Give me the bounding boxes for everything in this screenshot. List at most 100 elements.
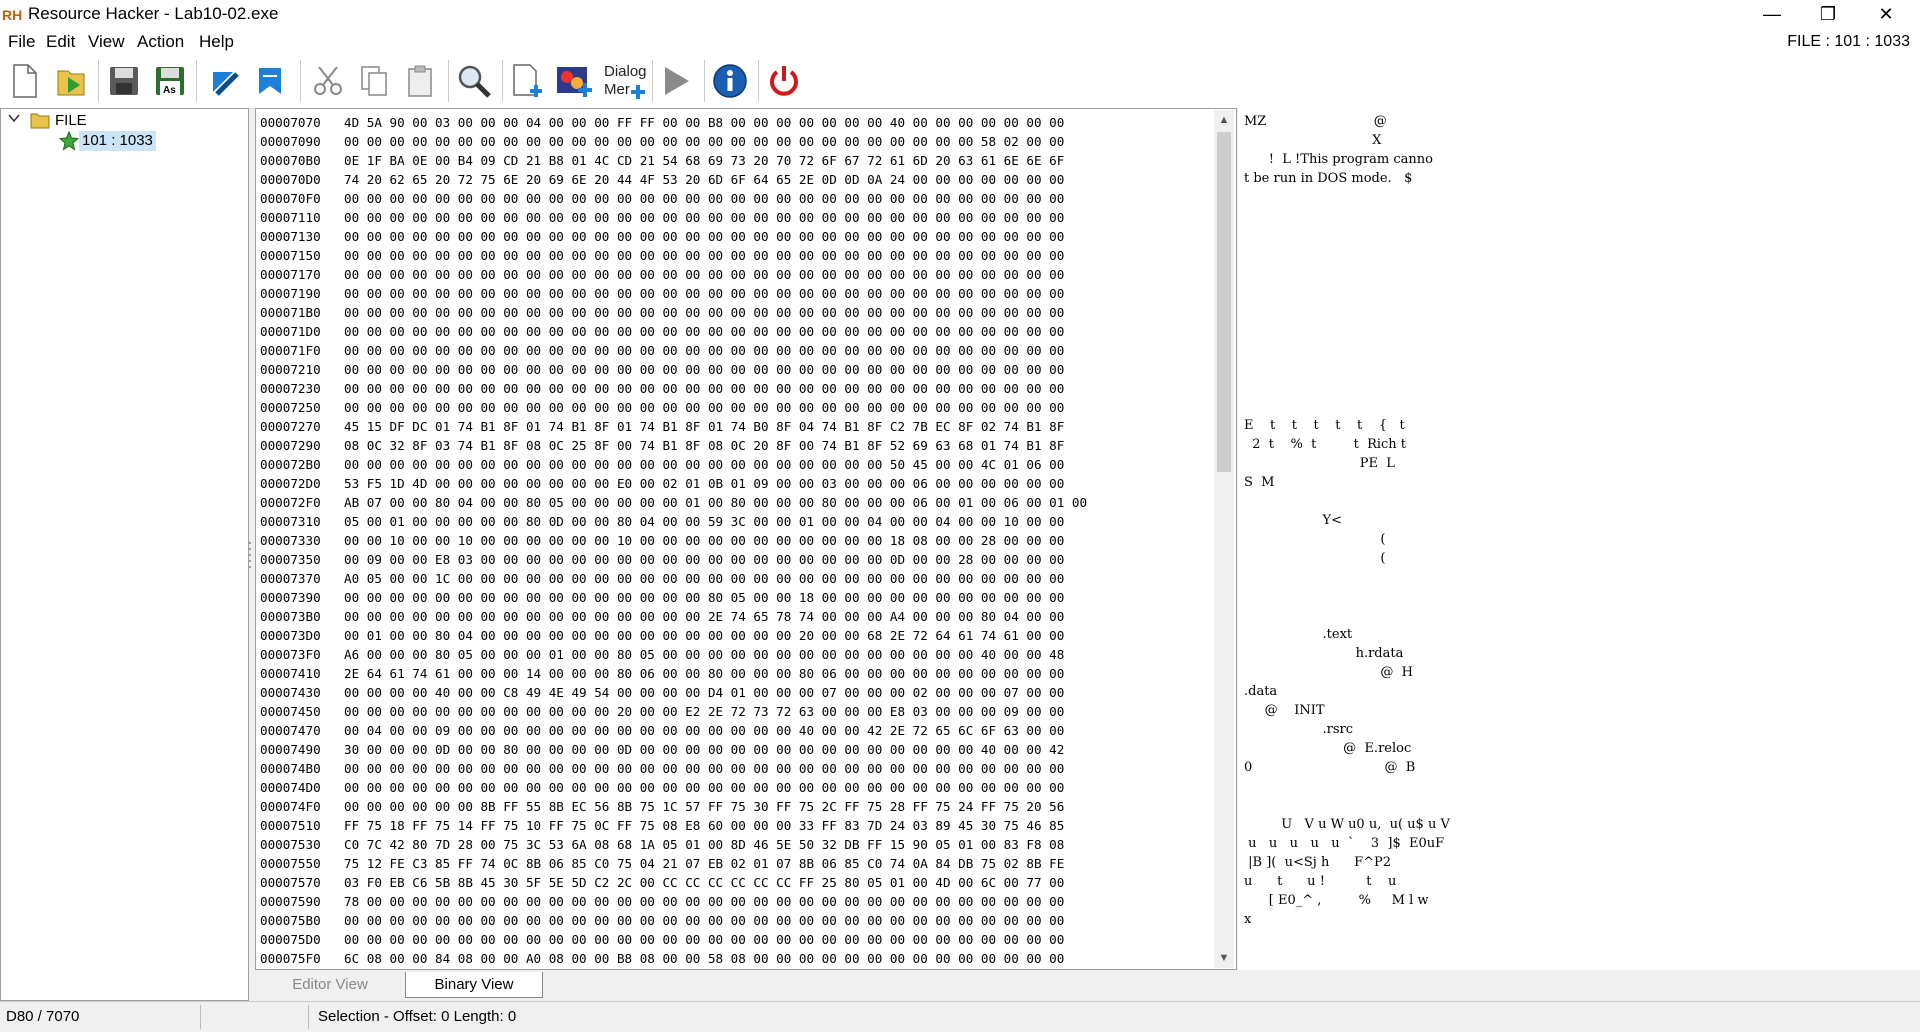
scroll-up-icon[interactable]: ▲ bbox=[1214, 110, 1234, 130]
hex-row[interactable]: 000074F0 00 00 00 00 00 00 8B FF 55 8B EC… bbox=[260, 797, 1064, 816]
hex-row[interactable]: 000075D0 00 00 00 00 00 00 00 00 00 00 00… bbox=[260, 930, 1064, 949]
hex-row[interactable]: 00007110 00 00 00 00 00 00 00 00 00 00 00… bbox=[260, 208, 1064, 227]
hex-bytes[interactable]: 45 15 DF DC 01 74 B1 8F 01 74 B1 8F 01 7… bbox=[344, 419, 1064, 434]
ascii-row[interactable]: u t u ! t u bbox=[1244, 872, 1396, 891]
hex-bytes[interactable]: 00 00 00 00 00 00 00 00 00 00 00 00 00 0… bbox=[344, 457, 1064, 472]
ascii-row[interactable]: 2 t % t t Rich t bbox=[1244, 435, 1406, 454]
minimize-button[interactable]: — bbox=[1744, 0, 1800, 30]
tree-node-101-1033[interactable]: 101 : 1033 bbox=[79, 131, 156, 151]
ascii-row[interactable]: PE L bbox=[1244, 454, 1395, 473]
hex-row[interactable]: 000075B0 00 00 00 00 00 00 00 00 00 00 00… bbox=[260, 911, 1064, 930]
hex-row[interactable]: 000073B0 00 00 00 00 00 00 00 00 00 00 00… bbox=[260, 607, 1064, 626]
hex-bytes[interactable]: 00 00 00 00 00 00 00 00 00 00 00 00 00 0… bbox=[344, 210, 1064, 225]
new-file-icon[interactable] bbox=[2, 59, 46, 103]
hex-row[interactable]: 00007210 00 00 00 00 00 00 00 00 00 00 00… bbox=[260, 360, 1064, 379]
ascii-row[interactable]: .text bbox=[1244, 625, 1353, 644]
menu-action[interactable]: Action bbox=[137, 32, 184, 52]
ascii-row[interactable]: @ H bbox=[1244, 663, 1413, 682]
hex-row[interactable]: 00007350 00 09 00 00 E8 03 00 00 00 00 00… bbox=[260, 550, 1064, 569]
hex-bytes[interactable]: 05 00 01 00 00 00 00 00 80 0D 00 00 80 0… bbox=[344, 514, 1064, 529]
hex-row[interactable]: 000074B0 00 00 00 00 00 00 00 00 00 00 00… bbox=[260, 759, 1064, 778]
hex-row[interactable]: 00007290 08 0C 32 8F 03 74 B1 8F 08 0C 25… bbox=[260, 436, 1064, 455]
hex-bytes[interactable]: 0E 1F BA 0E 00 B4 09 CD 21 B8 01 4C CD 2… bbox=[344, 153, 1064, 168]
ascii-row[interactable]: |B ]( u<Sj h F^P2 bbox=[1244, 853, 1391, 872]
hex-bytes[interactable]: 78 00 00 00 00 00 00 00 00 00 00 00 00 0… bbox=[344, 894, 1064, 909]
hex-row[interactable]: 000072B0 00 00 00 00 00 00 00 00 00 00 00… bbox=[260, 455, 1064, 474]
hex-bytes[interactable]: 00 00 00 00 00 00 00 00 00 00 00 00 00 0… bbox=[344, 305, 1064, 320]
close-button[interactable]: ✕ bbox=[1858, 0, 1914, 30]
hex-row[interactable]: 00007590 78 00 00 00 00 00 00 00 00 00 00… bbox=[260, 892, 1064, 911]
search-icon[interactable] bbox=[452, 59, 496, 103]
hex-row[interactable]: 00007530 C0 7C 42 80 7D 28 00 75 3C 53 6A… bbox=[260, 835, 1064, 854]
hex-bytes[interactable]: 2E 64 61 74 61 00 00 00 14 00 00 00 80 0… bbox=[344, 666, 1064, 681]
hex-view[interactable]: 00007070 4D 5A 90 00 03 00 00 00 04 00 00… bbox=[255, 108, 1237, 970]
hex-bytes[interactable]: A6 00 00 00 80 05 00 00 00 01 00 00 80 0… bbox=[344, 647, 1064, 662]
hex-bytes[interactable]: 00 00 00 00 00 00 00 00 00 00 00 00 20 0… bbox=[344, 704, 1064, 719]
ascii-row[interactable]: X bbox=[1244, 131, 1381, 150]
hex-bytes[interactable]: 00 04 00 00 09 00 00 00 00 00 00 00 00 0… bbox=[344, 723, 1064, 738]
add-resource-icon[interactable] bbox=[506, 59, 550, 103]
ascii-row[interactable]: ( bbox=[1244, 530, 1385, 549]
hex-bytes[interactable]: C0 7C 42 80 7D 28 00 75 3C 53 6A 08 68 1… bbox=[344, 837, 1064, 852]
hex-row[interactable]: 00007490 30 00 00 00 0D 00 00 80 00 00 00… bbox=[260, 740, 1064, 759]
hex-bytes[interactable]: FF 75 18 FF 75 14 FF 75 10 FF 75 0C FF 7… bbox=[344, 818, 1064, 833]
open-file-icon[interactable] bbox=[50, 59, 94, 103]
compile-run-icon[interactable] bbox=[654, 59, 698, 103]
hex-bytes[interactable]: 00 00 10 00 00 10 00 00 00 00 00 00 10 0… bbox=[344, 533, 1064, 548]
menu-file[interactable]: File bbox=[8, 32, 35, 52]
ascii-row[interactable]: MZ @ bbox=[1244, 112, 1387, 131]
menu-view[interactable]: View bbox=[88, 32, 125, 52]
hex-row[interactable]: 000070D0 74 20 62 65 20 72 75 6E 20 69 6E… bbox=[260, 170, 1064, 189]
tab-binary-view[interactable]: Binary View bbox=[405, 972, 543, 998]
hex-bytes[interactable]: 74 20 62 65 20 72 75 6E 20 69 6E 20 44 4… bbox=[344, 172, 1064, 187]
scroll-down-icon[interactable]: ▼ bbox=[1214, 948, 1234, 968]
ascii-row[interactable]: h.rdata bbox=[1244, 644, 1404, 663]
hex-row[interactable]: 000070F0 00 00 00 00 00 00 00 00 00 00 00… bbox=[260, 189, 1064, 208]
hex-row[interactable]: 00007570 03 F0 EB C6 5B 8B 45 30 5F 5E 5D… bbox=[260, 873, 1064, 892]
hex-bytes[interactable]: 00 00 00 00 00 00 00 00 00 00 00 00 00 0… bbox=[344, 248, 1064, 263]
ascii-row[interactable]: @ INIT bbox=[1244, 701, 1325, 720]
dialog-merger-icon[interactable]: Dialog Mer bbox=[600, 59, 648, 103]
hex-bytes[interactable]: 00 00 00 00 00 00 00 00 00 00 00 00 00 0… bbox=[344, 761, 1064, 776]
hex-bytes[interactable]: AB 07 00 00 80 04 00 00 80 05 00 00 00 0… bbox=[344, 495, 1087, 510]
hex-bytes[interactable]: 00 00 00 00 00 00 00 00 00 00 00 00 00 0… bbox=[344, 324, 1064, 339]
hex-bytes[interactable]: 00 00 00 00 00 00 00 00 00 00 00 00 00 0… bbox=[344, 191, 1064, 206]
hex-bytes[interactable]: 6C 08 00 00 84 08 00 00 A0 08 00 00 B8 0… bbox=[344, 951, 1064, 966]
tree-expand-icon[interactable] bbox=[7, 111, 21, 131]
hex-bytes[interactable]: 08 0C 32 8F 03 74 B1 8F 08 0C 25 8F 00 7… bbox=[344, 438, 1064, 453]
ascii-row[interactable]: .data bbox=[1244, 682, 1277, 701]
hex-row[interactable]: 00007390 00 00 00 00 00 00 00 00 00 00 00… bbox=[260, 588, 1064, 607]
hex-bytes[interactable]: 53 F5 1D 4D 00 00 00 00 00 00 00 00 E0 0… bbox=[344, 476, 1064, 491]
hex-bytes[interactable]: 00 09 00 00 E8 03 00 00 00 00 00 00 00 0… bbox=[344, 552, 1064, 567]
hex-row[interactable]: 00007410 2E 64 61 74 61 00 00 00 14 00 00… bbox=[260, 664, 1064, 683]
copy-icon[interactable] bbox=[352, 59, 396, 103]
cut-icon[interactable] bbox=[306, 59, 350, 103]
bookmark-icon[interactable] bbox=[248, 59, 292, 103]
hex-bytes[interactable]: 4D 5A 90 00 03 00 00 00 04 00 00 00 FF F… bbox=[344, 115, 1064, 130]
hex-row[interactable]: 000073F0 A6 00 00 00 80 05 00 00 00 01 00… bbox=[260, 645, 1064, 664]
tab-editor-view[interactable]: Editor View bbox=[255, 972, 405, 998]
hex-row[interactable]: 000071D0 00 00 00 00 00 00 00 00 00 00 00… bbox=[260, 322, 1064, 341]
hex-row[interactable]: 00007270 45 15 DF DC 01 74 B1 8F 01 74 B1… bbox=[260, 417, 1064, 436]
ascii-row[interactable]: ! L !This program canno bbox=[1244, 150, 1433, 169]
hex-row[interactable]: 00007130 00 00 00 00 00 00 00 00 00 00 00… bbox=[260, 227, 1064, 246]
ascii-row[interactable]: S M bbox=[1244, 473, 1274, 492]
hex-bytes[interactable]: 03 F0 EB C6 5B 8B 45 30 5F 5E 5D C2 2C 0… bbox=[344, 875, 1064, 890]
hex-row[interactable]: 000072F0 AB 07 00 00 80 04 00 00 80 05 00… bbox=[260, 493, 1087, 512]
hex-row[interactable]: 00007430 00 00 00 00 40 00 00 C8 49 4E 49… bbox=[260, 683, 1064, 702]
menu-edit[interactable]: Edit bbox=[46, 32, 75, 52]
info-icon[interactable] bbox=[708, 59, 752, 103]
hex-row[interactable]: 00007250 00 00 00 00 00 00 00 00 00 00 00… bbox=[260, 398, 1064, 417]
hex-row[interactable]: 00007510 FF 75 18 FF 75 14 FF 75 10 FF 75… bbox=[260, 816, 1064, 835]
hex-bytes[interactable]: 00 00 00 00 00 00 00 00 00 00 00 00 00 0… bbox=[344, 913, 1064, 928]
ascii-row[interactable]: U V u W u0 u, u( u$ u V bbox=[1244, 815, 1450, 834]
ascii-row[interactable]: .rsrc bbox=[1244, 720, 1354, 739]
ascii-row[interactable]: t be run in DOS mode. $ bbox=[1244, 169, 1412, 188]
hex-row[interactable]: 000075F0 6C 08 00 00 84 08 00 00 A0 08 00… bbox=[260, 949, 1064, 968]
exit-power-icon[interactable] bbox=[762, 59, 806, 103]
hex-row[interactable]: 000070B0 0E 1F BA 0E 00 B4 09 CD 21 B8 01… bbox=[260, 151, 1064, 170]
ascii-row[interactable]: 0 @ B bbox=[1244, 758, 1415, 777]
hex-bytes[interactable]: 75 12 FE C3 85 FF 74 0C 8B 06 85 C0 75 0… bbox=[344, 856, 1064, 871]
save-icon[interactable] bbox=[102, 59, 146, 103]
hex-bytes[interactable]: 00 00 00 00 40 00 00 C8 49 4E 49 54 00 0… bbox=[344, 685, 1064, 700]
